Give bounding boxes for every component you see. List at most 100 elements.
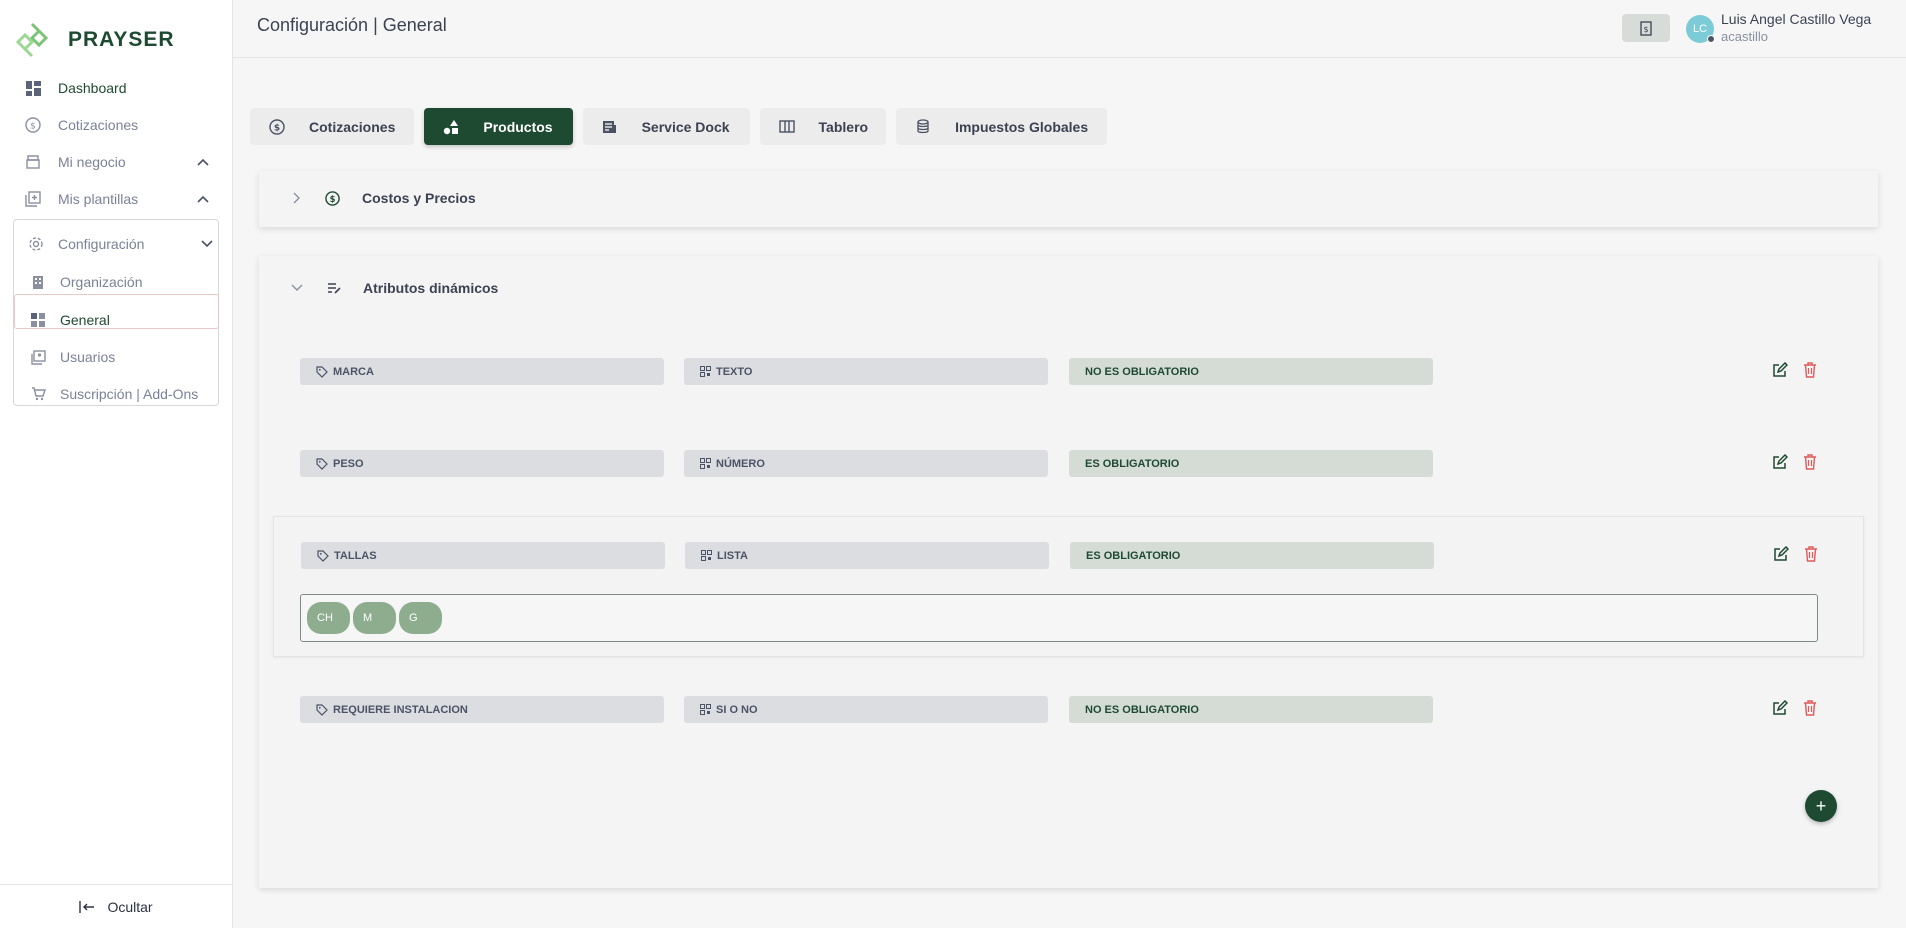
sidebar-item-usuarios[interactable]: Usuarios	[30, 349, 115, 365]
sidebar: PRAYSER Dashboard $ Cotizaciones Mi nego…	[0, 0, 233, 928]
sidebar-item-suscripcion[interactable]: Suscripción | Add-Ons	[30, 386, 198, 402]
edit-icon[interactable]	[1771, 361, 1789, 379]
attribute-required-chip: NO ES OBLIGATORIO	[1069, 358, 1433, 385]
building-icon	[30, 274, 46, 290]
dollar-circle-icon: $	[325, 190, 340, 206]
attribute-row: REQUIERE INSTALACION SI O NO NO ES OBLIG…	[273, 696, 1864, 724]
panel-costos-precios: $ Costos y Precios	[259, 171, 1878, 227]
hide-sidebar-button[interactable]: Ocultar	[0, 884, 232, 928]
collapse-icon	[79, 900, 95, 914]
tab-impuestos-globales[interactable]: Impuestos Globales	[896, 108, 1108, 145]
qr-type-icon	[700, 704, 711, 715]
header-action-button[interactable]: $	[1622, 14, 1670, 42]
svg-text:$: $	[330, 193, 336, 203]
template-icon	[24, 190, 42, 208]
tag-icon	[316, 365, 328, 378]
panel-title: Costos y Precios	[362, 190, 476, 206]
cart-icon	[30, 386, 46, 402]
brand-logo[interactable]: PRAYSER	[16, 22, 175, 58]
sidebar-item-organizacion[interactable]: Organización	[30, 274, 143, 290]
tab-tablero[interactable]: Tablero	[759, 108, 887, 145]
panel-atributos-dinamicos: Atributos dinámicos MARCA TEXTO NO ES OB…	[259, 256, 1878, 888]
panel-title: Atributos dinámicos	[363, 280, 499, 296]
delete-icon[interactable]	[1802, 545, 1820, 563]
tab-label: Service Dock	[641, 118, 730, 135]
svg-text:$: $	[274, 123, 280, 133]
value-pill[interactable]: M	[353, 602, 396, 634]
chevron-up-icon[interactable]	[197, 192, 209, 206]
tab-label: Productos	[483, 118, 553, 135]
attribute-name: TALLAS	[334, 549, 377, 562]
settings-tabs: $ Cotizaciones Productos Service Dock Ta…	[250, 108, 1117, 145]
sidebar-item-mi-negocio[interactable]: Mi negocio	[24, 153, 209, 171]
sidebar-item-mis-plantillas[interactable]: Mis plantillas	[24, 190, 209, 208]
tab-cotizaciones[interactable]: $ Cotizaciones	[250, 108, 415, 145]
attribute-type: LISTA	[717, 549, 748, 562]
attribute-type-chip: NÚMERO	[684, 450, 1048, 477]
sidebar-item-label: Configuración	[58, 236, 145, 252]
sidebar-item-general[interactable]: General	[30, 312, 110, 328]
sidebar-item-label: Mi negocio	[58, 154, 126, 170]
delete-icon[interactable]	[1801, 453, 1819, 471]
value-pill[interactable]: G	[399, 602, 442, 634]
tab-service-dock[interactable]: Service Dock	[582, 108, 750, 145]
chevron-down-icon[interactable]	[201, 237, 213, 251]
sidebar-item-label: Cotizaciones	[58, 117, 139, 133]
tab-productos[interactable]: Productos	[424, 108, 573, 145]
tag-icon	[316, 457, 328, 470]
svg-text:$: $	[30, 122, 36, 132]
tab-label: Cotizaciones	[309, 118, 396, 135]
store-icon	[24, 153, 42, 171]
attribute-required: NO ES OBLIGATORIO	[1085, 365, 1199, 378]
qr-type-icon	[700, 366, 711, 377]
user-name[interactable]: Luis Angel Castillo Vega	[1721, 11, 1871, 27]
attribute-type-chip: LISTA	[685, 542, 1049, 569]
attribute-type: NÚMERO	[716, 457, 765, 470]
dollar-circle-icon: $	[24, 116, 42, 134]
avatar-initials: LC	[1692, 23, 1708, 35]
delete-icon[interactable]	[1801, 361, 1819, 379]
chevron-up-icon[interactable]	[197, 155, 209, 169]
columns-icon	[778, 119, 795, 135]
tab-label: Impuestos Globales	[955, 118, 1089, 135]
gear-icon	[28, 236, 44, 252]
tag-icon	[317, 549, 329, 562]
add-attribute-button[interactable]: +	[1805, 790, 1837, 822]
tag-icon	[316, 703, 328, 716]
attribute-name: REQUIERE INSTALACION	[333, 703, 468, 716]
chevron-right-icon[interactable]	[293, 192, 301, 204]
svg-text:$: $	[1643, 25, 1648, 34]
dashboard-icon	[30, 312, 46, 328]
edit-icon[interactable]	[1772, 545, 1790, 563]
sidebar-item-dashboard[interactable]: Dashboard	[24, 79, 127, 97]
panel-costos-header[interactable]: $ Costos y Precios	[293, 190, 476, 206]
sidebar-item-cotizaciones[interactable]: $ Cotizaciones	[24, 116, 138, 134]
attribute-name-chip: MARCA	[300, 358, 664, 385]
list-edit-icon	[327, 282, 341, 294]
dashboard-icon	[24, 79, 42, 97]
edit-icon[interactable]	[1771, 453, 1789, 471]
panel-atributos-header[interactable]: Atributos dinámicos	[291, 280, 498, 296]
attribute-required: ES OBLIGATORIO	[1085, 457, 1180, 470]
shapes-icon	[443, 119, 459, 135]
prayser-logo-icon	[16, 22, 48, 58]
delete-icon[interactable]	[1801, 699, 1819, 717]
receipt-icon: $	[1640, 20, 1652, 36]
sidebar-item-configuracion[interactable]: Configuración	[28, 236, 213, 252]
avatar[interactable]: LC	[1686, 15, 1715, 43]
attribute-row: MARCA TEXTO NO ES OBLIGATORIO	[273, 358, 1864, 386]
database-icon	[915, 119, 931, 135]
value-pill[interactable]: CH	[307, 602, 350, 634]
chevron-down-icon[interactable]	[291, 284, 303, 292]
brand-name: PRAYSER	[68, 28, 175, 51]
users-icon	[30, 349, 46, 365]
attribute-name: MARCA	[333, 365, 374, 378]
attribute-name: PESO	[333, 457, 364, 470]
edit-icon[interactable]	[1771, 699, 1789, 717]
page-title: Configuración | General	[257, 15, 447, 35]
dollar-circle-icon: $	[269, 118, 285, 135]
attribute-name-chip: REQUIERE INSTALACION	[300, 696, 664, 723]
list-values-input[interactable]: CH M G	[300, 594, 1818, 642]
document-icon	[602, 119, 618, 135]
attribute-required-chip: ES OBLIGATORIO	[1070, 542, 1434, 569]
